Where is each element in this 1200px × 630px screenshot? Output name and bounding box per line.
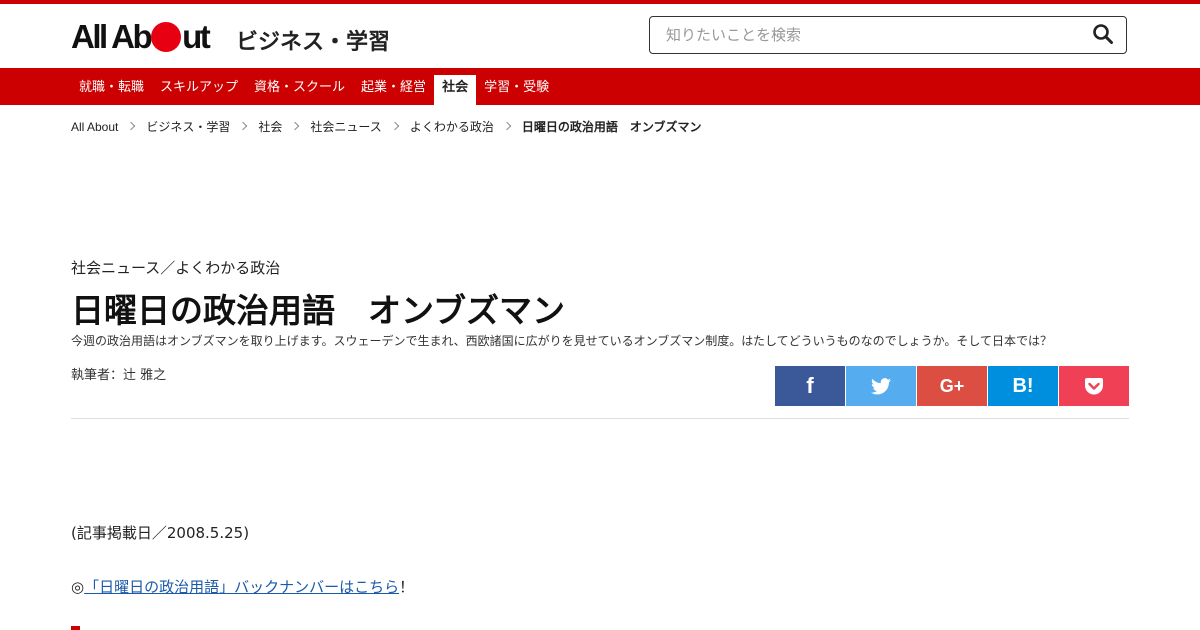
google-plus-share-button[interactable]: G+ — [917, 366, 987, 406]
nav-item-society[interactable]: 社会 — [434, 75, 477, 105]
nav-item-license[interactable]: 資格・スクール — [246, 75, 353, 105]
nav-item-job[interactable]: 就職・転職 — [71, 75, 152, 105]
hatena-bookmark-button[interactable]: B! — [988, 366, 1058, 406]
header-divider — [71, 418, 1129, 419]
breadcrumb-item[interactable]: よくわかる政治 — [410, 118, 494, 135]
breadcrumb-item[interactable]: 社会 — [258, 118, 282, 135]
search-box — [649, 16, 1127, 54]
site-title[interactable]: ビジネス・学習 — [236, 24, 390, 56]
twitter-icon — [871, 377, 891, 394]
posted-date: (記事掲載日／2008.5.25) — [71, 524, 250, 542]
logo-red-dot — [151, 22, 182, 52]
article-category: 社会ニュース／よくわかる政治 — [71, 259, 281, 277]
facebook-share-button[interactable]: f — [775, 366, 845, 406]
backnumber-link[interactable]: 「日曜日の政治用語」バックナンバーはこちら — [84, 578, 399, 596]
breadcrumb-item[interactable]: ビジネス・学習 — [146, 118, 230, 135]
allabout-logo[interactable]: All Ab ut — [71, 18, 211, 55]
pocket-share-button[interactable] — [1059, 366, 1129, 406]
article-lead: 今週の政治用語はオンブズマンを取り上げます。スウェーデンで生まれ、西欧諸国に広が… — [71, 334, 1053, 348]
pocket-icon — [1085, 377, 1103, 394]
search-input[interactable] — [650, 17, 1070, 53]
nav-item-startup[interactable]: 起業・経営 — [353, 75, 434, 105]
search-icon[interactable] — [1092, 23, 1116, 47]
twitter-share-button[interactable] — [846, 366, 916, 406]
category-nav: 就職・転職 スキルアップ 資格・スクール 起業・経営 社会 学習・受験 — [0, 68, 1200, 105]
backnumber-prefix: ◎ — [71, 578, 85, 596]
breadcrumb-current: 日曜日の政治用語 オンブズマン — [521, 120, 702, 134]
facebook-icon: f — [806, 373, 814, 398]
chevron-right-icon — [127, 121, 136, 130]
hatena-bookmark-icon: B! — [1012, 374, 1034, 397]
backnumber-suffix: ！ — [399, 578, 415, 596]
section-heading-marker — [71, 626, 80, 630]
chevron-right-icon — [390, 121, 400, 130]
chevron-right-icon — [502, 121, 512, 130]
share-buttons: f G+ B! — [775, 366, 1129, 406]
backnumber-line: ◎「日曜日の政治用語」バックナンバーはこちら！ — [71, 576, 414, 597]
site-header: All Ab ut ビジネス・学習 — [0, 4, 1200, 68]
chevron-right-icon — [239, 121, 248, 130]
breadcrumb-item[interactable]: All About — [71, 120, 118, 134]
chevron-right-icon — [291, 121, 300, 130]
nav-item-study[interactable]: 学習・受験 — [476, 75, 557, 105]
google-plus-icon: G+ — [939, 375, 965, 396]
article-author[interactable]: 執筆者：辻 雅之 — [71, 364, 166, 383]
breadcrumb: All About ビジネス・学習 社会 社会ニュース よくわかる政治 日曜日の… — [71, 118, 701, 135]
nav-item-skillup[interactable]: スキルアップ — [152, 75, 246, 105]
breadcrumb-item[interactable]: 社会ニュース — [310, 118, 381, 135]
article-title: 日曜日の政治用語 オンブズマン — [71, 291, 566, 330]
